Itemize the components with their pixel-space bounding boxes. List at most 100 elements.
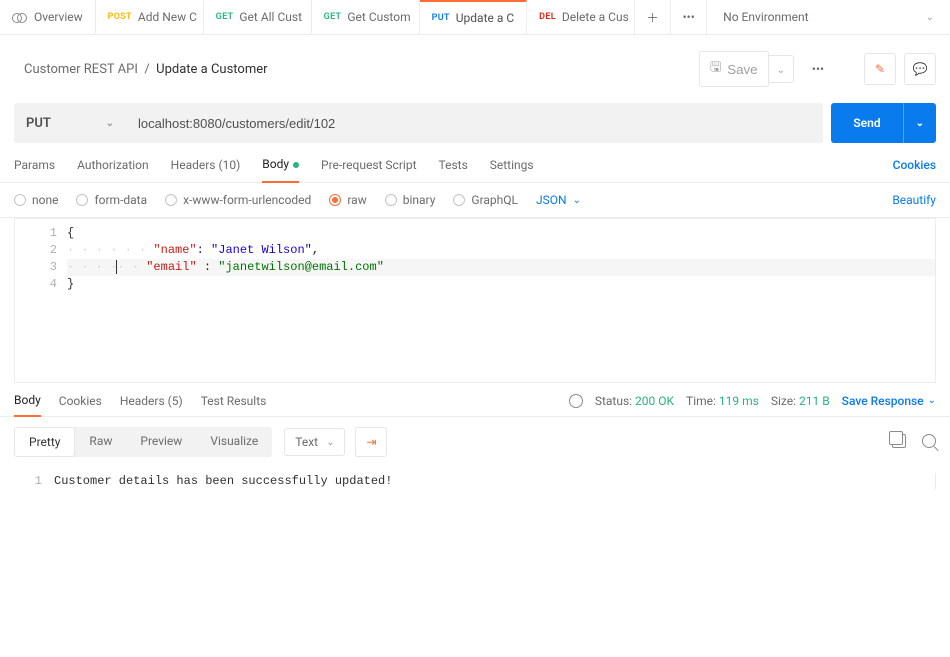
tab-delete-customer[interactable]: DEL Delete a Cus xyxy=(527,0,635,34)
raw-format-selector[interactable]: JSON ⌄ xyxy=(536,193,581,207)
radio-graphql[interactable]: GraphQL xyxy=(453,193,518,207)
json-val-email: "janetwilson@email.com" xyxy=(218,260,384,274)
response-tab-headers[interactable]: Headers (5) xyxy=(120,394,183,416)
tab-label: Get All Cust xyxy=(239,10,302,24)
json-val-name: "Janet Wilson" xyxy=(211,243,312,257)
view-preview[interactable]: Preview xyxy=(126,427,196,457)
environment-label: No Environment xyxy=(723,10,808,24)
copy-icon xyxy=(892,434,906,448)
method-badge: POST xyxy=(108,12,132,22)
view-visualize[interactable]: Visualize xyxy=(196,427,272,457)
size-label: Size: xyxy=(771,394,796,408)
method-badge: GET xyxy=(216,12,234,22)
save-icon: 🖫 xyxy=(710,58,721,80)
tab-label: Add New C xyxy=(138,10,197,24)
response-tab-tests[interactable]: Test Results xyxy=(201,394,267,416)
search-icon xyxy=(922,434,936,448)
code-area[interactable]: { · · · · · · "name": "Janet Wilson", · … xyxy=(67,219,935,382)
send-label: Send xyxy=(853,116,880,130)
breadcrumb-collection[interactable]: Customer REST API xyxy=(24,62,138,77)
wrap-lines-button[interactable]: ⇥ xyxy=(355,427,387,457)
tab-settings[interactable]: Settings xyxy=(490,158,534,182)
response-line-gutter: 1 xyxy=(14,473,54,490)
chevron-down-icon: ⌄ xyxy=(573,195,581,206)
line-gutter: 1234 xyxy=(15,219,67,382)
tab-label: Get Custom xyxy=(347,10,410,24)
tab-get-all-customers[interactable]: GET Get All Cust xyxy=(204,0,312,34)
send-button[interactable]: Send xyxy=(831,103,902,143)
tab-update-customer[interactable]: PUT Update a C xyxy=(420,0,528,34)
url-bar: PUT ⌄ Send ⌄ xyxy=(0,103,950,143)
cookies-link[interactable]: Cookies xyxy=(893,158,936,182)
save-response-button[interactable]: Save Response ⌄ xyxy=(842,394,936,408)
overview-icon xyxy=(12,10,26,24)
tab-prerequest[interactable]: Pre-request Script xyxy=(321,158,416,182)
request-tab-bar: Params Authorization Headers (10) Body P… xyxy=(0,143,950,183)
response-actions xyxy=(892,434,936,451)
tab-body-label: Body xyxy=(262,157,289,171)
text-caret xyxy=(116,260,117,274)
new-tab-button[interactable]: ＋ xyxy=(635,0,671,34)
chevron-down-icon: ⌄ xyxy=(326,437,334,448)
radio-binary[interactable]: binary xyxy=(385,193,436,207)
top-tab-bar: Overview POST Add New C GET Get All Cust… xyxy=(0,0,950,35)
radio-form-data[interactable]: form-data xyxy=(76,193,147,207)
copy-response-button[interactable] xyxy=(892,434,906,451)
time-label: Time: xyxy=(686,394,716,408)
response-tab-body[interactable]: Body xyxy=(14,393,41,417)
environment-selector[interactable]: No Environment ⌄ xyxy=(707,0,950,34)
method-badge: DEL xyxy=(539,12,556,22)
json-key-name: "name" xyxy=(153,243,196,257)
radio-none[interactable]: none xyxy=(14,193,58,207)
send-options-button[interactable]: ⌄ xyxy=(903,103,936,143)
request-more-actions[interactable]: ••• xyxy=(802,53,834,85)
comment-icon: 💬 xyxy=(913,62,928,76)
save-button[interactable]: 🖫 Save xyxy=(699,51,769,87)
method-badge: PUT xyxy=(432,13,450,23)
json-key-email: "email" xyxy=(146,260,196,274)
tab-authorization[interactable]: Authorization xyxy=(77,158,149,182)
tab-tests[interactable]: Tests xyxy=(439,158,468,182)
tab-get-customer[interactable]: GET Get Custom xyxy=(312,0,420,34)
radio-raw[interactable]: raw xyxy=(329,193,366,207)
search-response-button[interactable] xyxy=(922,434,936,451)
request-body-editor[interactable]: 1234 { · · · · · · "name": "Janet Wilson… xyxy=(14,218,936,383)
view-pretty[interactable]: Pretty xyxy=(14,427,75,457)
response-tab-cookies[interactable]: Cookies xyxy=(59,394,102,416)
breadcrumb-item: Update a Customer xyxy=(156,62,267,77)
radio-label: raw xyxy=(347,193,366,207)
method-selector[interactable]: PUT ⌄ xyxy=(14,103,126,143)
method-value: PUT xyxy=(26,116,51,131)
tab-overview[interactable]: Overview xyxy=(0,0,96,34)
beautify-button[interactable]: Beautify xyxy=(892,193,936,207)
status-label: Status: xyxy=(595,394,632,408)
url-input[interactable] xyxy=(126,103,823,143)
size-value: 211 B xyxy=(799,394,830,408)
tab-actions-button[interactable]: ••• xyxy=(671,0,707,34)
radio-label: none xyxy=(32,193,58,207)
response-format-selector[interactable]: Text ⌄ xyxy=(284,428,345,456)
response-format-label: Text xyxy=(295,435,318,449)
chevron-down-icon: ⌄ xyxy=(106,118,114,129)
tab-headers[interactable]: Headers (10) xyxy=(171,158,241,182)
tab-add-new-customer[interactable]: POST Add New C xyxy=(96,0,204,34)
tab-label: Delete a Cus xyxy=(562,10,629,24)
response-view-bar: Pretty Raw Preview Visualize Text ⌄ ⇥ xyxy=(0,417,950,467)
view-raw[interactable]: Raw xyxy=(75,427,126,457)
status-value: 200 OK xyxy=(635,394,674,408)
save-label: Save xyxy=(727,62,757,77)
save-response-label: Save Response xyxy=(842,394,924,408)
body-type-row: none form-data x-www-form-urlencoded raw… xyxy=(0,183,950,218)
wrap-icon: ⇥ xyxy=(366,435,376,449)
save-options-button[interactable]: ⌄ xyxy=(769,55,794,83)
comments-button[interactable]: 💬 xyxy=(904,53,936,85)
radio-xform[interactable]: x-www-form-urlencoded xyxy=(165,193,311,207)
view-mode-segment: Pretty Raw Preview Visualize xyxy=(14,427,272,457)
tab-body[interactable]: Body xyxy=(262,157,299,183)
network-icon[interactable] xyxy=(569,394,583,408)
edit-docs-button[interactable]: ✎ xyxy=(864,53,896,85)
time-value: 119 ms xyxy=(719,394,759,408)
modified-indicator-icon xyxy=(293,162,299,168)
response-body-viewer[interactable]: 1 Customer details has been successfully… xyxy=(0,467,950,490)
tab-params[interactable]: Params xyxy=(14,158,55,182)
